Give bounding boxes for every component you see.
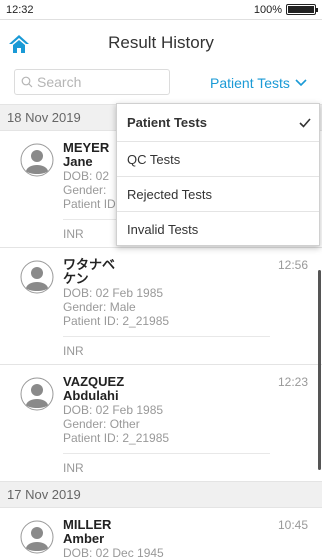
patient-first-name: Abdulahi	[63, 388, 119, 403]
patient-id: Patient ID: 2_21985	[63, 314, 170, 328]
page-title: Result History	[108, 33, 214, 52]
menu-item-qc-tests[interactable]: QC Tests	[117, 142, 319, 177]
menu-item-invalid-tests[interactable]: Invalid Tests	[117, 212, 319, 247]
patient-gender: Gender: Other	[63, 417, 140, 431]
status-bar: 12:32 100%	[0, 0, 322, 20]
avatar-icon	[20, 260, 54, 294]
test-type: INR	[63, 336, 270, 364]
search-box[interactable]	[14, 69, 170, 95]
result-item[interactable]: 10:45 MILLER Amber DOB: 02 Dec 1945	[0, 508, 322, 559]
patient-first-name: Amber	[63, 531, 105, 546]
patient-dob: DOB: 02 Feb 1985	[63, 286, 164, 300]
menu-item-patient-tests[interactable]: Patient Tests	[117, 104, 319, 142]
menu-item-label: Invalid Tests	[127, 222, 199, 237]
menu-item-label: QC Tests	[127, 151, 181, 167]
test-type: INR	[63, 453, 270, 481]
result-time: 12:56	[277, 258, 308, 272]
patient-id: Patient ID: 2_21985	[63, 431, 170, 445]
patient-dob: DOB: 02 Feb 1985	[63, 403, 164, 417]
status-indicators: 100%	[253, 3, 318, 16]
result-time: 10:45	[277, 518, 308, 532]
filter-dropdown[interactable]: Patient Tests	[210, 73, 307, 93]
patient-first-name: ケン	[63, 271, 89, 286]
result-time: 12:23	[277, 375, 308, 389]
status-time: 12:32	[6, 3, 34, 16]
home-icon[interactable]	[8, 34, 30, 54]
menu-item-rejected-tests[interactable]: Rejected Tests	[117, 177, 319, 212]
filter-selected-label: Patient Tests	[210, 75, 290, 91]
app-header: Result History	[0, 20, 322, 66]
result-item[interactable]: 12:56 ワタナベ ケン DOB: 02 Feb 1985 Gender: M…	[0, 248, 322, 364]
avatar-icon	[20, 520, 54, 554]
search-row: Patient Tests	[0, 66, 322, 104]
scrollbar[interactable]	[318, 270, 321, 470]
filter-menu: Patient Tests QC Tests Rejected Tests In…	[116, 103, 320, 246]
search-icon	[21, 76, 33, 88]
menu-item-label: Patient Tests	[127, 115, 207, 130]
search-input[interactable]	[37, 74, 157, 90]
patient-gender: Gender: Male	[63, 300, 136, 314]
battery-fill	[288, 6, 314, 13]
avatar-icon	[20, 143, 54, 177]
checkmark-icon	[299, 117, 311, 128]
chevron-down-icon	[295, 79, 307, 87]
battery-icon	[286, 4, 318, 15]
patient-dob: DOB: 02 Dec 1945	[63, 546, 164, 559]
date-header: 17 Nov 2019	[0, 481, 322, 508]
avatar-icon	[20, 377, 54, 411]
battery-percent: 100%	[253, 3, 282, 16]
menu-item-label: Rejected Tests	[127, 186, 213, 202]
result-item[interactable]: 12:23 VAZQUEZ Abdulahi DOB: 02 Feb 1985 …	[0, 365, 322, 481]
